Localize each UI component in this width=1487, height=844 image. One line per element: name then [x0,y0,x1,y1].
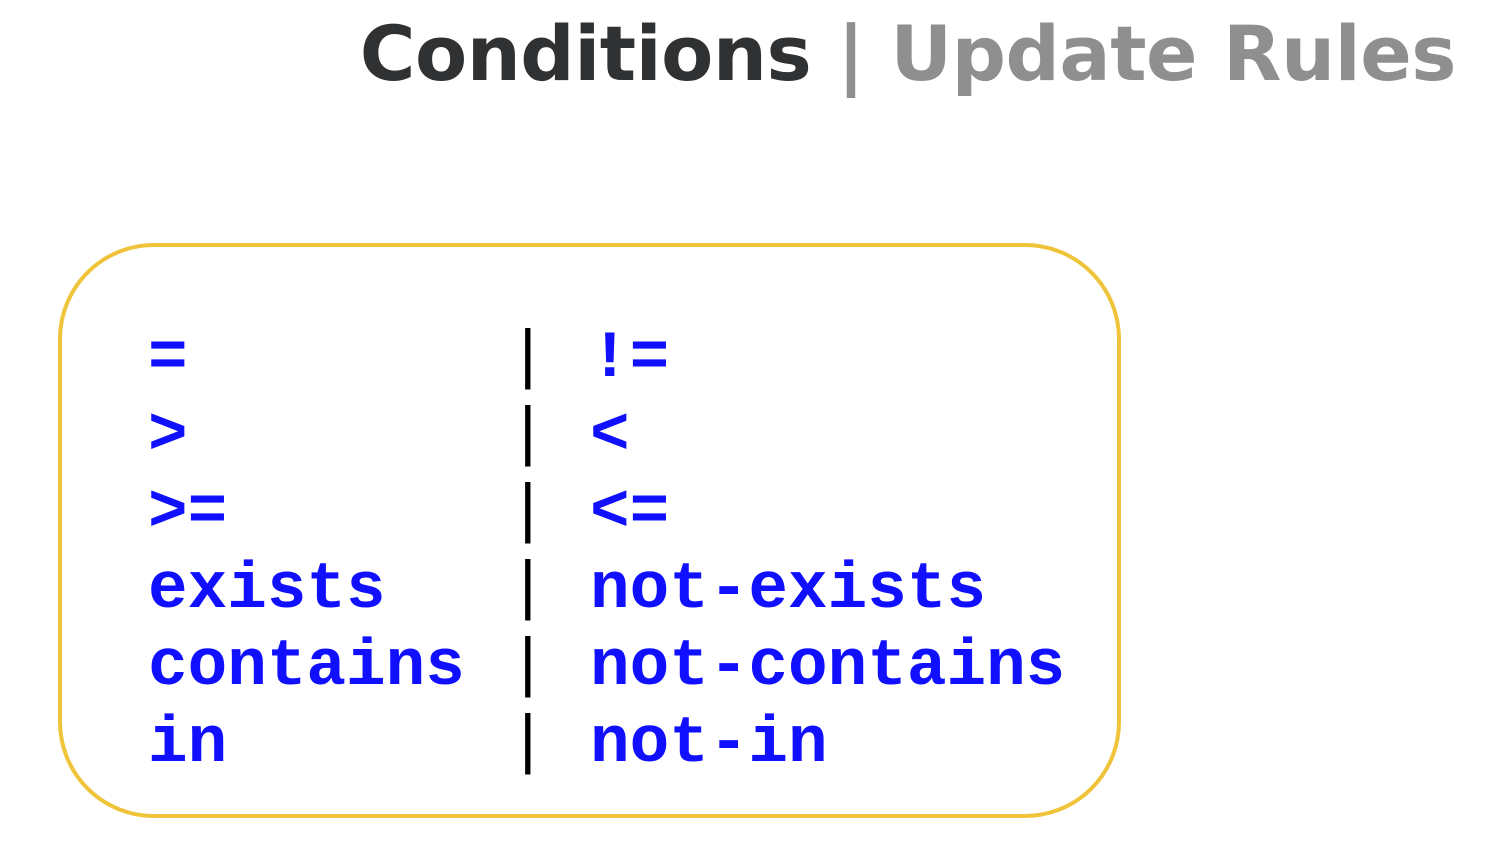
operator-right: <= [590,475,670,550]
operator-separator: | [508,552,548,627]
operator-right: not-contains [590,629,1066,704]
operator-row: >= | <= [148,474,1065,551]
title-primary: Conditions [359,9,812,98]
operator-row: exists | not-exists [148,551,1065,628]
operator-left: > [148,398,188,473]
operator-separator: | [508,321,548,396]
operator-right: != [590,321,670,396]
operators-list: = | != > | < >= | <= exists | not-exists… [148,320,1065,782]
operator-right: not-exists [590,552,987,627]
operator-row: contains | not-contains [148,628,1065,705]
operator-left: contains [148,629,465,704]
operator-separator: | [508,706,548,781]
operator-row: = | != [148,320,1065,397]
operator-left: exists [148,552,386,627]
operator-row: > | < [148,397,1065,474]
operator-right: < [590,398,630,473]
title-separator: | [837,9,865,98]
operator-separator: | [508,629,548,704]
operator-separator: | [508,475,548,550]
title-secondary: Update Rules [890,9,1456,98]
page-title: Conditions | Update Rules [0,4,1457,104]
operator-row: in | not-in [148,705,1065,782]
operator-right: not-in [590,706,828,781]
operator-left: in [148,706,228,781]
operator-separator: | [508,398,548,473]
operator-left: >= [148,475,228,550]
operator-left: = [148,321,188,396]
